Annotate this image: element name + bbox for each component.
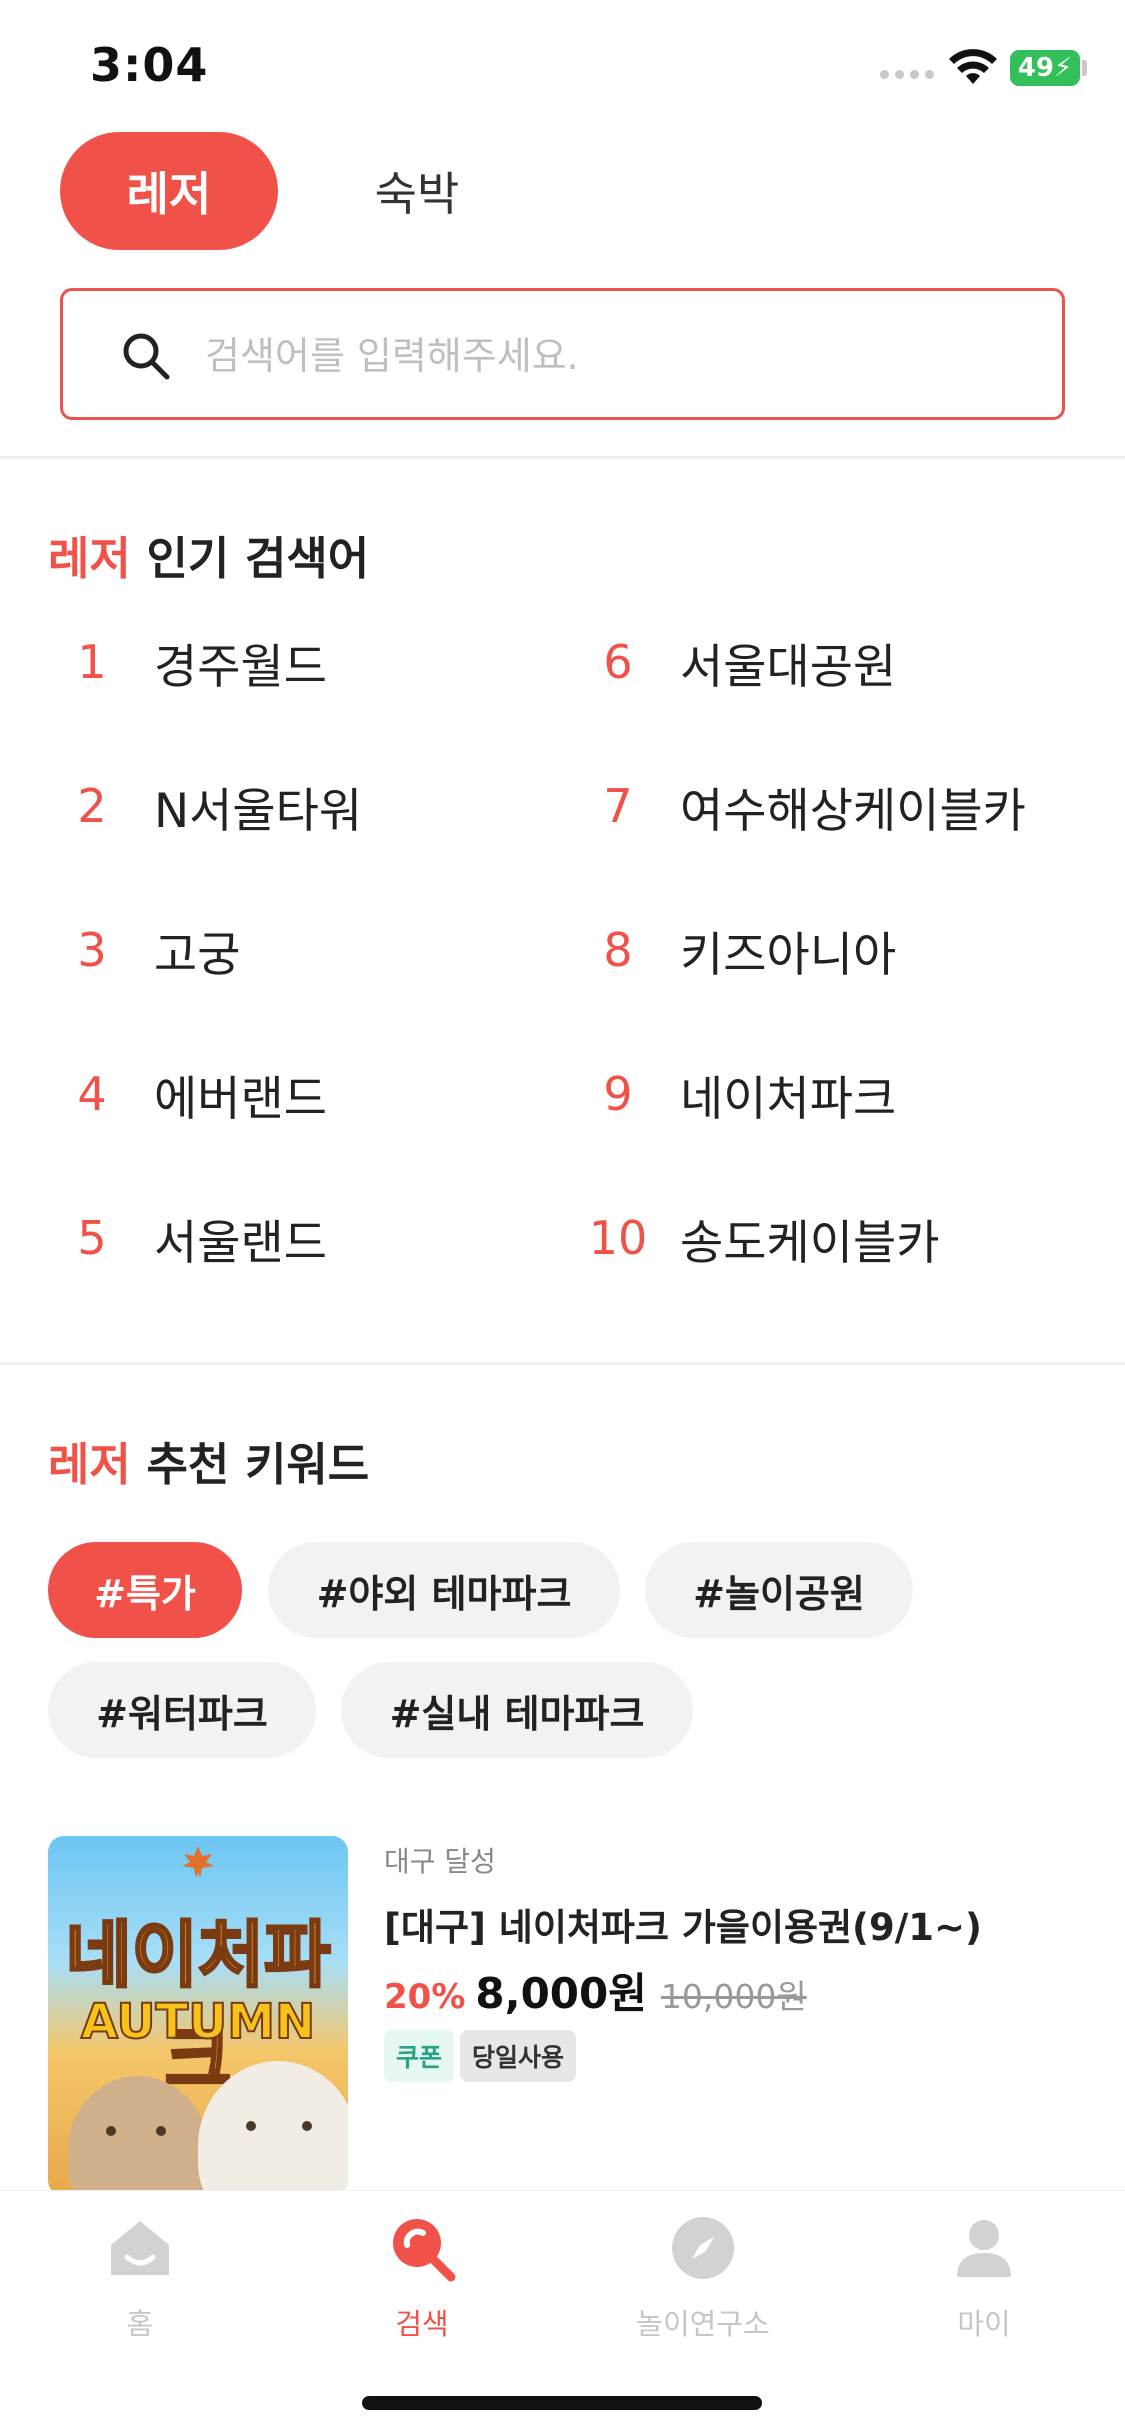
rank-label: 키즈아니아	[680, 927, 897, 983]
discount-rate: 20%	[384, 1977, 466, 2017]
popular-title-text: 인기 검색어	[130, 532, 370, 585]
original-price: 10,000원	[660, 1977, 807, 2016]
rank-number: 2	[77, 779, 107, 833]
keyword-chip-outdoor-themepark[interactable]: #야외 테마파크	[268, 1542, 620, 1638]
rank-number: 1	[77, 635, 107, 689]
rank-label: 네이처파크	[680, 1071, 897, 1127]
search-icon	[123, 333, 170, 380]
rank-label: 에버랜드	[154, 1071, 327, 1127]
nav-my-label: 마이	[957, 2307, 1011, 2341]
rank-number: 9	[603, 1067, 633, 1121]
keyword-chip-special[interactable]: #특가	[48, 1542, 242, 1638]
price-row: 20% 8,000원 10,000원	[384, 1960, 807, 2021]
popular-title-accent: 레저	[48, 532, 131, 585]
cellular-signal-icon	[880, 70, 936, 80]
popular-item-10[interactable]: 10 송도케이블카	[578, 1198, 940, 1278]
thumbnail-subtitle: AUTUMN	[80, 1993, 316, 2051]
rank-number: 5	[77, 1211, 107, 1265]
status-time: 3:04	[90, 38, 209, 92]
keyword-chip-indoor-themepark[interactable]: #실내 테마파크	[341, 1662, 693, 1758]
popular-item-1[interactable]: 1 경주월드	[52, 622, 327, 702]
person-icon	[957, 2220, 1011, 2277]
status-bar: 3:04 49 ⚡	[0, 0, 1125, 130]
popular-item-9[interactable]: 9 네이처파크	[578, 1054, 896, 1134]
product-location: 대구 달성	[384, 1845, 496, 1878]
nav-playlab[interactable]: 놀이연구소	[603, 2211, 803, 2351]
tab-stay[interactable]: 숙박	[322, 132, 512, 250]
home-indicator[interactable]	[362, 2396, 762, 2410]
product-title[interactable]: [대구] 네이처파크 가을이용권(9/1~)	[384, 1897, 982, 1951]
nav-home-label: 홈	[126, 2307, 154, 2341]
rank-label: 서울대공원	[680, 639, 897, 695]
popular-item-8[interactable]: 8 키즈아니아	[578, 910, 896, 990]
rank-number: 6	[603, 635, 633, 689]
coupon-tag: 쿠폰	[384, 2030, 455, 2082]
sale-price: 8,000원	[475, 1969, 647, 2018]
rank-label: 경주월드	[154, 639, 327, 695]
product-thumbnail[interactable]: 네이처파크 AUTUMN	[48, 1836, 348, 2196]
nav-search[interactable]: 검색	[322, 2211, 522, 2351]
popular-item-4[interactable]: 4 에버랜드	[52, 1054, 327, 1134]
search-icon	[393, 2219, 456, 2282]
rank-number: 4	[77, 1067, 107, 1121]
rank-label: N서울타워	[154, 783, 363, 839]
rank-label: 고궁	[154, 927, 241, 983]
keyword-chip-waterpark[interactable]: #워터파크	[48, 1662, 316, 1758]
rank-number: 8	[603, 923, 633, 977]
rank-number: 7	[603, 779, 633, 833]
popular-item-2[interactable]: 2 N서울타워	[52, 766, 362, 846]
battery-tip	[1082, 60, 1087, 76]
nav-home[interactable]: 홈	[40, 2211, 240, 2351]
home-icon	[111, 2221, 169, 2275]
popular-section-title: 레저 인기 검색어	[48, 522, 369, 587]
recommend-title-accent: 레저	[48, 1438, 131, 1491]
rank-label: 여수해상케이블카	[680, 783, 1026, 839]
tab-leisure[interactable]: 레저	[60, 132, 278, 250]
wifi-icon	[949, 49, 997, 84]
rank-number: 10	[588, 1211, 648, 1265]
rank-label: 송도케이블카	[680, 1215, 940, 1271]
recommend-title-text: 추천 키워드	[130, 1438, 370, 1491]
keyword-chip-amusement-park[interactable]: #놀이공원	[645, 1542, 913, 1638]
compass-icon	[672, 2217, 734, 2279]
nav-my[interactable]: 마이	[884, 2211, 1084, 2351]
section-divider	[0, 456, 1125, 459]
same-day-tag: 당일사용	[460, 2030, 577, 2082]
search-box[interactable]	[60, 288, 1065, 420]
nav-playlab-label: 놀이연구소	[636, 2307, 770, 2341]
nav-search-label: 검색	[395, 2307, 449, 2341]
battery-level: 49	[1017, 53, 1054, 83]
search-input[interactable]	[205, 321, 1025, 391]
section-divider	[0, 1362, 1125, 1365]
popular-item-6[interactable]: 6 서울대공원	[578, 622, 896, 702]
rank-label: 서울랜드	[154, 1215, 327, 1271]
battery-icon: 49 ⚡	[1010, 50, 1080, 86]
popular-item-3[interactable]: 3 고궁	[52, 910, 240, 990]
recommend-section-title: 레저 추천 키워드	[48, 1428, 369, 1493]
popular-item-5[interactable]: 5 서울랜드	[52, 1198, 327, 1278]
maple-leaf-icon	[182, 1846, 214, 1878]
popular-item-7[interactable]: 7 여수해상케이블카	[578, 766, 1026, 846]
rank-number: 3	[77, 923, 107, 977]
